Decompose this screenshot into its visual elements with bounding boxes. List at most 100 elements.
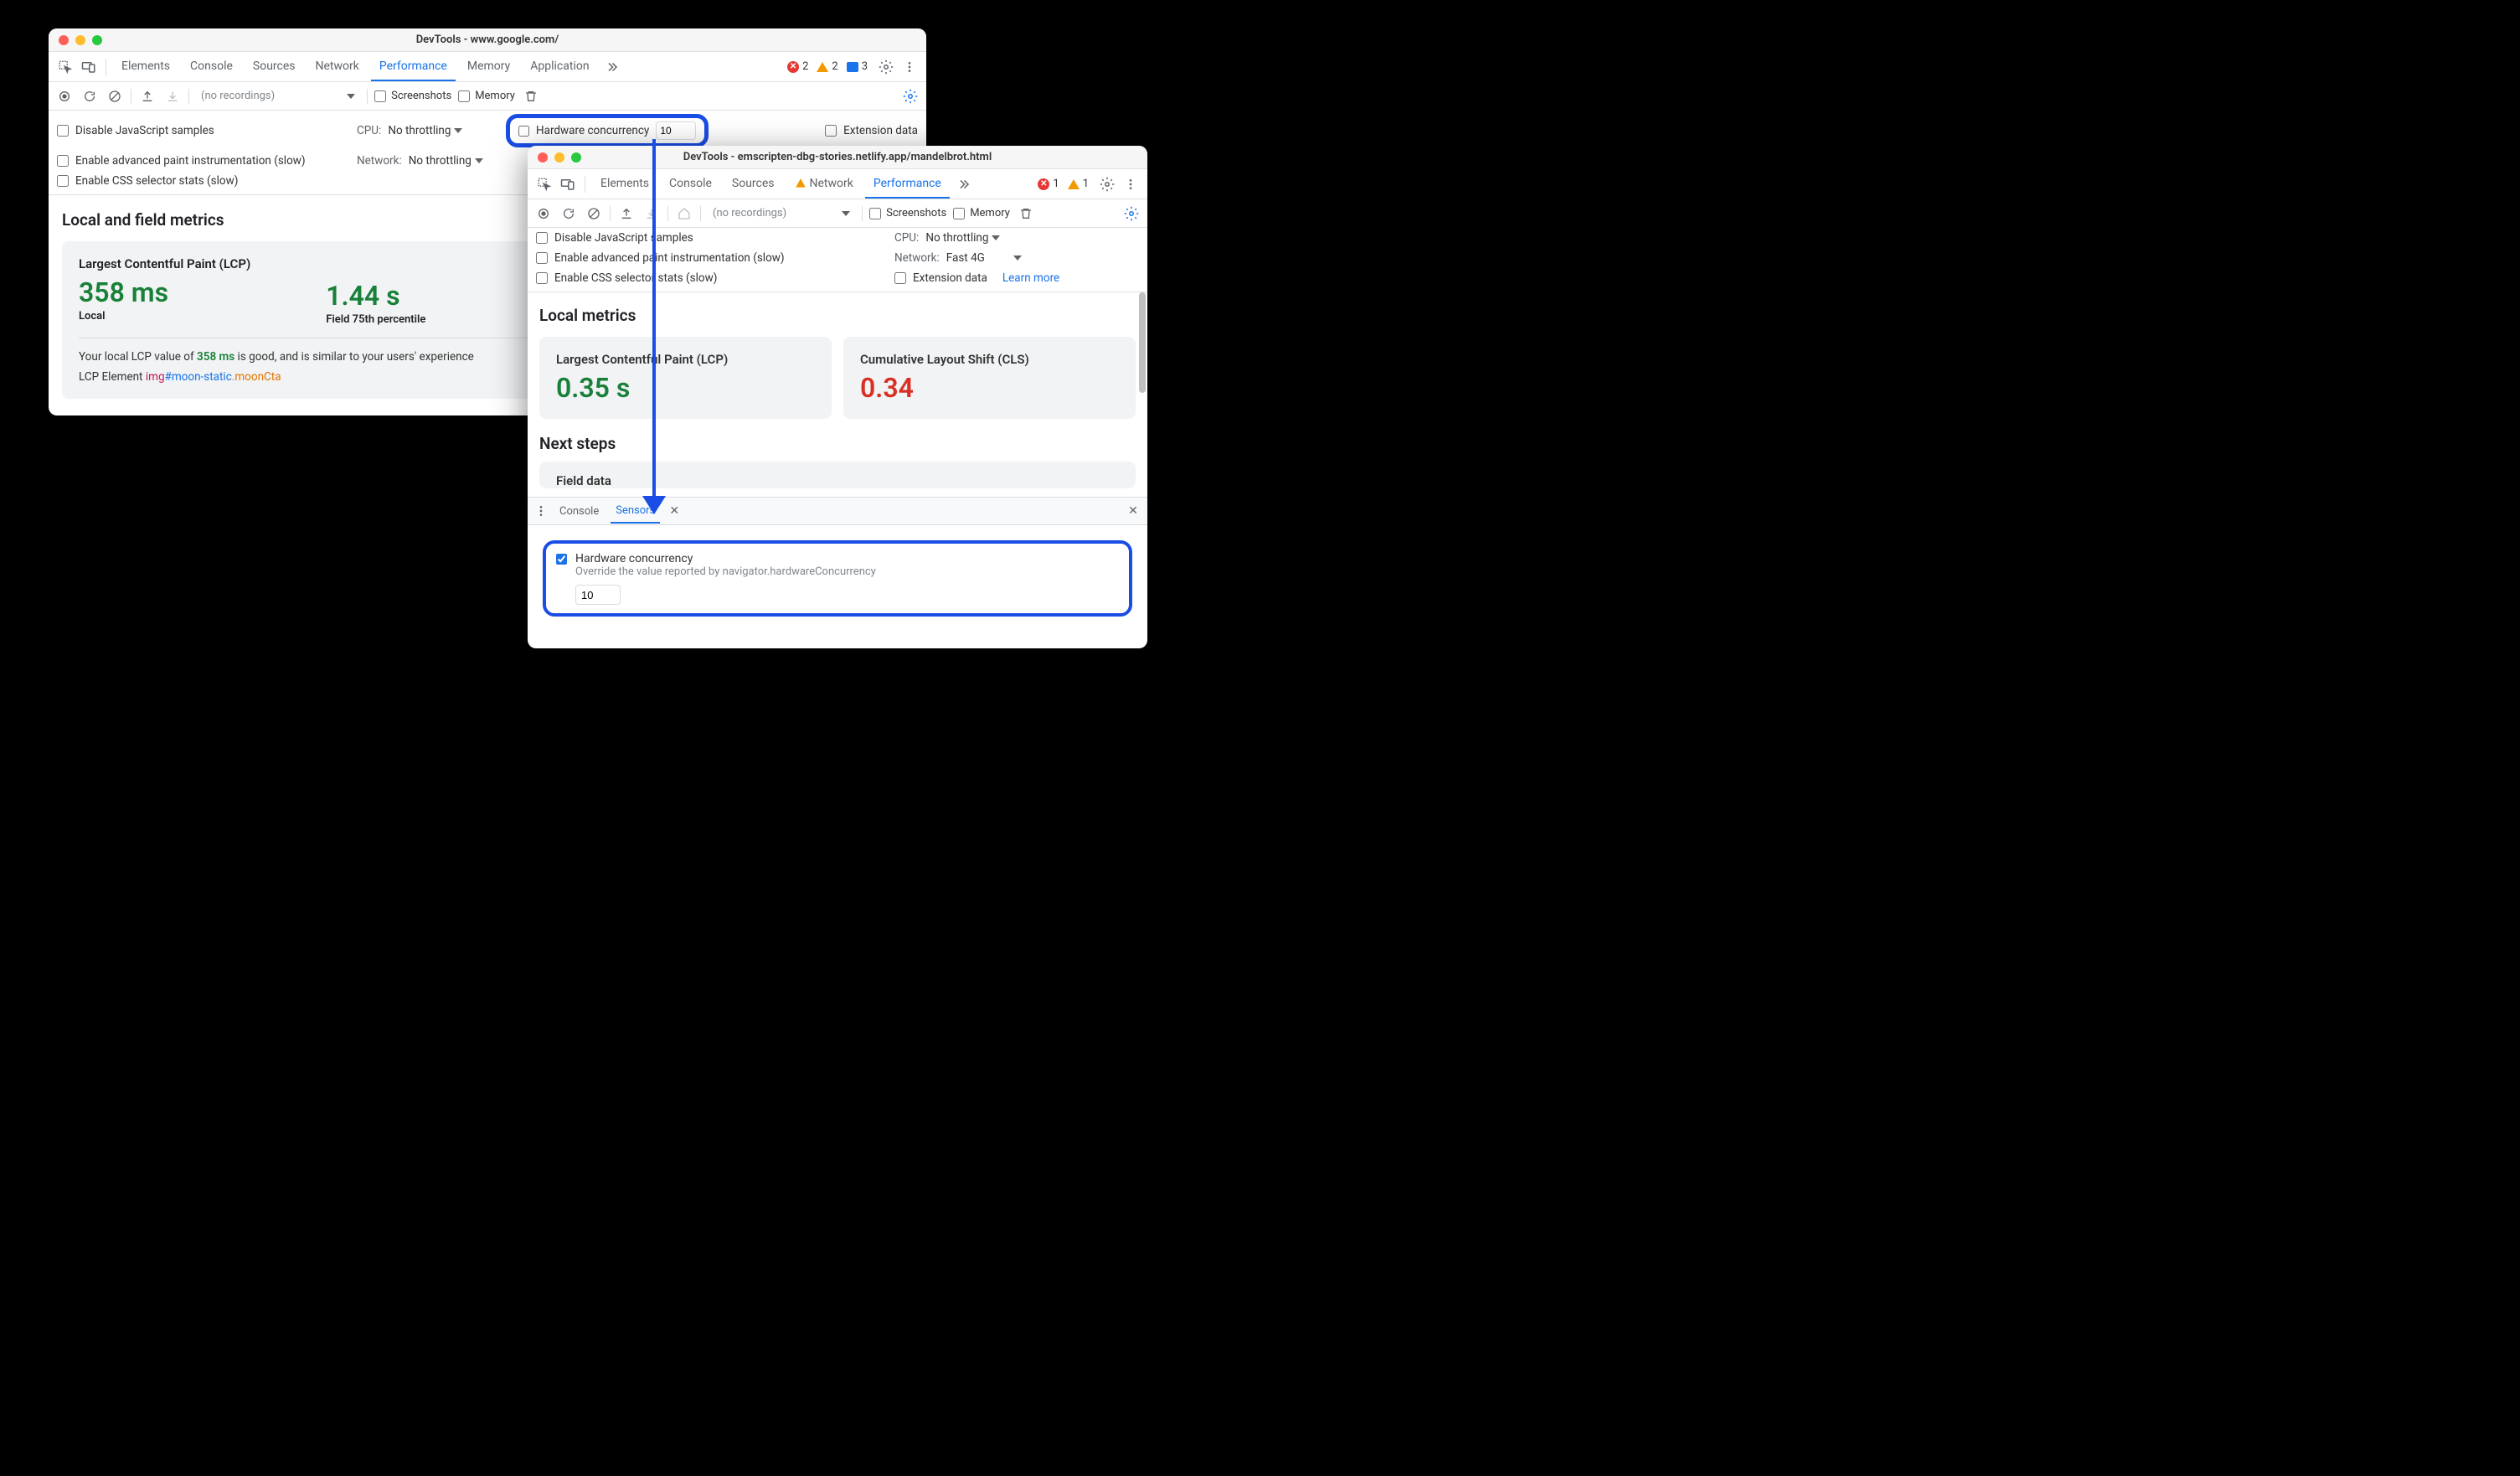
settings-row-1: Disable JavaScript samples CPU: No throt…: [49, 111, 926, 151]
tab-performance[interactable]: Performance: [371, 53, 456, 81]
kebab-menu-icon[interactable]: [899, 57, 920, 77]
cpu-throttle-select[interactable]: CPU: No throttling: [894, 231, 1000, 245]
extension-data-label: Extension data: [843, 124, 918, 137]
upload-icon[interactable]: [138, 87, 157, 106]
hw-concurrency-input[interactable]: [656, 121, 696, 140]
divider: [862, 206, 863, 221]
cpu-label: CPU:: [357, 124, 381, 137]
extension-data-checkbox[interactable]: Extension data: [825, 124, 918, 137]
kebab-menu-icon[interactable]: [1121, 174, 1141, 194]
reload-record-icon[interactable]: [559, 204, 578, 223]
disable-js-checkbox[interactable]: Disable JavaScript samples: [57, 124, 342, 137]
tab-elements[interactable]: Elements: [113, 53, 178, 81]
inspect-element-icon[interactable]: [534, 174, 554, 194]
tab-memory[interactable]: Memory: [459, 53, 518, 81]
warning-badge[interactable]: 2: [817, 60, 837, 73]
error-badge[interactable]: ✕2: [787, 60, 808, 73]
drawer-kebab-icon[interactable]: [534, 504, 548, 518]
settings-icon[interactable]: [876, 57, 896, 77]
tab-network[interactable]: Network: [307, 53, 368, 81]
hardware-concurrency-highlight: Hardware concurrency: [506, 114, 709, 147]
error-badge[interactable]: ✕1: [1038, 178, 1059, 190]
close-window-icon[interactable]: [538, 152, 548, 163]
capture-settings-icon[interactable]: [901, 87, 920, 106]
lcp-title: Largest Contentful Paint (LCP): [79, 256, 250, 271]
screenshots-checkbox[interactable]: Screenshots: [869, 207, 946, 219]
device-toolbar-icon[interactable]: [558, 174, 578, 194]
tab-elements[interactable]: Elements: [592, 170, 657, 199]
memory-label: Memory: [475, 90, 515, 102]
gc-icon[interactable]: [522, 87, 540, 106]
warning-badge[interactable]: 1: [1068, 178, 1089, 190]
inspect-element-icon[interactable]: [55, 57, 75, 77]
info-count: 3: [862, 60, 868, 73]
capture-settings-icon[interactable]: [1122, 204, 1141, 223]
more-tabs-icon[interactable]: [601, 57, 621, 77]
screenshots-checkbox[interactable]: Screenshots: [374, 90, 451, 102]
traffic-lights: [528, 152, 591, 163]
extension-data-label: Extension data: [913, 271, 987, 285]
main-tabbar: Elements Console Sources Network Perform…: [528, 169, 1147, 199]
advanced-paint-label: Enable advanced paint instrumentation (s…: [554, 251, 785, 265]
drawer-tabbar: Console Sensors ✕ ✕: [528, 497, 1147, 525]
record-icon[interactable]: [55, 87, 74, 106]
settings-icon[interactable]: [1097, 174, 1117, 194]
tab-console[interactable]: Console: [182, 53, 241, 81]
maximize-window-icon[interactable]: [571, 152, 581, 163]
divider: [667, 206, 668, 221]
advanced-paint-checkbox[interactable]: Enable advanced paint instrumentation (s…: [57, 154, 342, 168]
tab-sources[interactable]: Sources: [245, 53, 304, 81]
screenshots-label: Screenshots: [391, 90, 451, 102]
tab-network[interactable]: Network: [786, 170, 862, 199]
more-tabs-icon[interactable]: [953, 174, 973, 194]
minimize-window-icon[interactable]: [554, 152, 564, 163]
memory-checkbox[interactable]: Memory: [458, 90, 515, 102]
clear-icon[interactable]: [585, 204, 603, 223]
reload-record-icon[interactable]: [80, 87, 99, 106]
gc-icon[interactable]: [1017, 204, 1035, 223]
recordings-dropdown[interactable]: (no recordings): [196, 90, 360, 102]
cpu-value: No throttling: [388, 124, 451, 137]
network-throttle-select[interactable]: Network: Fast 4G: [894, 251, 1022, 265]
home-icon[interactable]: [675, 204, 693, 223]
hw-concurrency-checkbox[interactable]: [518, 126, 529, 137]
error-count: 2: [802, 60, 808, 73]
warning-count: 2: [832, 60, 837, 73]
extension-data-checkbox[interactable]: Extension data: [894, 271, 987, 285]
css-stats-checkbox[interactable]: Enable CSS selector stats (slow): [536, 271, 879, 285]
tab-console[interactable]: Console: [661, 170, 720, 199]
close-window-icon[interactable]: [59, 35, 69, 45]
close-drawer-icon[interactable]: ✕: [1126, 503, 1141, 519]
download-icon[interactable]: [163, 87, 182, 106]
tab-performance[interactable]: Performance: [865, 170, 950, 199]
hw-concurrency-checkbox[interactable]: [556, 554, 567, 565]
maximize-window-icon[interactable]: [92, 35, 102, 45]
minimize-window-icon[interactable]: [75, 35, 85, 45]
info-badge[interactable]: 3: [847, 60, 868, 73]
drawer-tab-console[interactable]: Console: [554, 500, 604, 523]
learn-more-link[interactable]: Learn more: [1002, 271, 1059, 285]
annotation-arrow-head: [642, 496, 666, 514]
hw-concurrency-input[interactable]: [575, 585, 621, 605]
record-icon[interactable]: [534, 204, 553, 223]
memory-checkbox[interactable]: Memory: [953, 207, 1010, 219]
lcp-card: Largest Contentful Paint (LCP) 0.35 s: [539, 337, 832, 419]
upload-icon[interactable]: [617, 204, 636, 223]
network-throttle-select[interactable]: Network: No throttling: [357, 154, 483, 168]
traffic-lights: [49, 35, 112, 45]
scrollbar-thumb[interactable]: [1139, 292, 1146, 393]
download-icon[interactable]: [642, 204, 661, 223]
tab-application[interactable]: Application: [522, 53, 597, 81]
tab-sources[interactable]: Sources: [724, 170, 783, 199]
recordings-dropdown[interactable]: (no recordings): [708, 207, 855, 219]
device-toolbar-icon[interactable]: [79, 57, 99, 77]
network-label: Network:: [357, 154, 402, 168]
advanced-paint-checkbox[interactable]: Enable advanced paint instrumentation (s…: [536, 251, 879, 265]
css-stats-checkbox[interactable]: Enable CSS selector stats (slow): [57, 174, 238, 188]
cpu-throttle-select[interactable]: CPU: No throttling: [357, 124, 491, 137]
close-tab-icon[interactable]: ✕: [667, 503, 682, 519]
warning-icon: [795, 178, 807, 189]
disable-js-checkbox[interactable]: Disable JavaScript samples: [536, 231, 879, 245]
clear-icon[interactable]: [106, 87, 124, 106]
network-value: Fast 4G: [946, 251, 985, 265]
